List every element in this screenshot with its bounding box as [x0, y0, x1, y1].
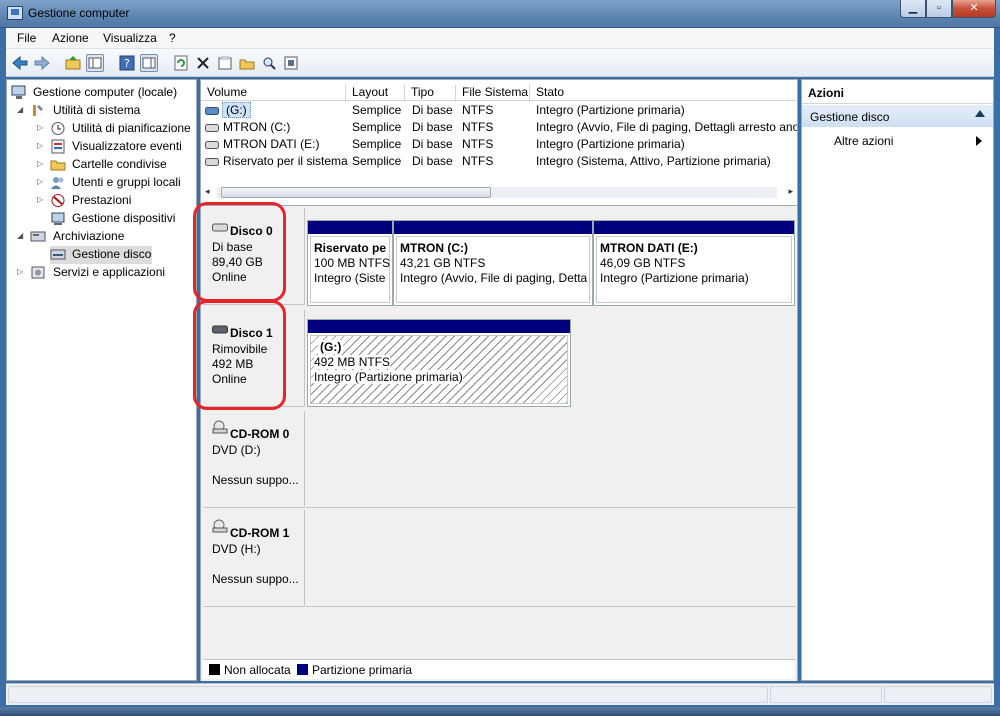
window-title: Gestione computer — [28, 6, 130, 20]
maximize-button[interactable]: ▫ — [926, 0, 952, 18]
actions-pane: Azioni Gestione disco Altre azioni — [801, 79, 994, 681]
menu-bar: File Azione Visualizza ? — [6, 28, 994, 49]
column-stato[interactable]: Stato — [530, 85, 797, 102]
scroll-left-icon[interactable]: ◂ — [205, 186, 210, 197]
forward-arrow-icon[interactable] — [33, 54, 51, 72]
collapsed-arrow-icon[interactable]: ▷ — [37, 141, 43, 150]
expanded-arrow-icon[interactable]: ◢ — [17, 105, 23, 114]
minimize-button[interactable]: ▁ — [900, 0, 926, 18]
hard-drive-icon — [205, 139, 220, 153]
expanded-arrow-icon[interactable]: ◢ — [17, 231, 23, 240]
column-volume[interactable]: Volume — [201, 85, 346, 102]
volume-row[interactable]: Riservato per il sistema Semplice Di bas… — [201, 153, 797, 170]
column-layout[interactable]: Layout — [346, 85, 405, 102]
volume-list-header: Volume Layout Tipo File Sistema Stato — [201, 83, 797, 102]
users-icon — [50, 175, 66, 190]
event-viewer-icon — [50, 139, 66, 154]
cdrom-1-info[interactable]: CD-ROM 1 DVD (H:) Nessun suppo... — [203, 510, 305, 607]
menu-azione[interactable]: Azione — [52, 31, 89, 45]
title-bar: Gestione computer ▁ ▫ ✕ — [0, 0, 1000, 28]
open-folder-icon[interactable] — [238, 54, 256, 72]
taskbar — [0, 707, 1000, 716]
column-file-system[interactable]: File Sistema — [456, 85, 530, 102]
volume-row[interactable]: MTRON DATI (E:) Semplice Di base NTFS In… — [201, 136, 797, 153]
partition-mtron-dati-e[interactable]: MTRON DATI (E:) 46,09 GB NTFS Integro (P… — [593, 220, 795, 306]
search-disk-icon[interactable] — [260, 54, 278, 72]
show-tree-icon[interactable] — [86, 54, 104, 72]
collapsed-arrow-icon[interactable]: ▷ — [37, 159, 43, 168]
partition-mtron-c[interactable]: MTRON (C:) 43,21 GB NTFS Integro (Avvio,… — [393, 220, 593, 306]
volume-row[interactable]: (G:) Semplice Di base NTFS Integro (Part… — [201, 102, 797, 119]
svg-text:?: ? — [124, 57, 130, 70]
tools-icon — [30, 103, 46, 118]
computer-icon — [11, 85, 27, 100]
disk-icon — [212, 221, 228, 235]
partition-g[interactable]: (G:) 492 MB NTFS Integro (Partizione pri… — [307, 319, 571, 407]
column-tipo[interactable]: Tipo — [405, 85, 456, 102]
actions-section-disk-management[interactable]: Gestione disco — [802, 105, 993, 127]
storage-icon — [30, 229, 46, 244]
help-icon[interactable]: ? — [118, 54, 136, 72]
disk-0-info[interactable]: Disco 0 Di base 89,40 GB Online — [203, 208, 305, 305]
disk-management-icon — [50, 247, 66, 262]
back-arrow-icon[interactable] — [11, 54, 29, 72]
services-icon — [30, 265, 46, 280]
refresh-icon[interactable] — [172, 54, 190, 72]
submenu-arrow-icon — [976, 136, 982, 146]
cdrom-icon — [212, 420, 228, 437]
device-manager-icon — [50, 211, 66, 226]
collapsed-arrow-icon[interactable]: ▷ — [17, 267, 23, 276]
menu-help[interactable]: ? — [169, 31, 176, 45]
status-bar — [6, 683, 994, 705]
close-button[interactable]: ✕ — [952, 0, 996, 18]
cdrom-0-info[interactable]: CD-ROM 0 DVD (D:) Nessun suppo... — [203, 411, 305, 508]
scrollbar-thumb[interactable] — [221, 187, 491, 198]
disk-graphic-view: Disco 0 Di base 89,40 GB Online Riservat… — [201, 205, 797, 681]
legend: Non allocata Partizione primaria — [203, 659, 795, 679]
volume-row[interactable]: MTRON (C:) Semplice Di base NTFS Integro… — [201, 119, 797, 136]
properties-icon[interactable] — [216, 54, 234, 72]
performance-icon — [50, 193, 66, 208]
legend-primary: Partizione primaria — [312, 663, 413, 677]
collapse-up-icon[interactable] — [975, 110, 985, 117]
shared-folder-icon — [50, 157, 66, 172]
settings-icon[interactable] — [282, 54, 300, 72]
more-actions-item[interactable]: Altre azioni — [834, 134, 982, 148]
legend-unallocated: Non allocata — [224, 663, 291, 677]
disk-1-info[interactable]: Disco 1 Rimovibile 492 MB Online — [203, 310, 305, 407]
removable-drive-icon — [205, 105, 220, 119]
disk-icon — [212, 323, 228, 337]
partition-reserved[interactable]: Riservato pe 100 MB NTFS Integro (Siste — [307, 220, 393, 306]
unallocated-swatch — [209, 664, 220, 675]
collapsed-arrow-icon[interactable]: ▷ — [37, 123, 43, 132]
collapsed-arrow-icon[interactable]: ▷ — [37, 195, 43, 204]
scroll-right-icon[interactable]: ▸ — [788, 186, 793, 197]
actions-header: Azioni — [802, 80, 993, 104]
toolbar: ? — [6, 49, 994, 77]
delete-icon[interactable] — [194, 54, 212, 72]
tree-item-disk-management[interactable]: Gestione disco — [50, 246, 152, 264]
menu-file[interactable]: File — [17, 31, 36, 45]
up-folder-icon[interactable] — [64, 54, 82, 72]
hard-drive-icon — [205, 156, 220, 170]
computer-management-icon — [7, 6, 23, 20]
disk-management-panel: Volume Layout Tipo File Sistema Stato (G… — [200, 79, 798, 681]
primary-swatch — [297, 664, 308, 675]
horizontal-scrollbar[interactable]: ◂ ▸ — [203, 184, 795, 201]
show-action-pane-icon[interactable] — [140, 54, 158, 72]
hard-drive-icon — [205, 122, 220, 136]
navigation-tree: Gestione computer (locale) ◢ Utilità di … — [6, 79, 197, 681]
cdrom-icon — [212, 519, 228, 536]
menu-visualizza[interactable]: Visualizza — [103, 31, 157, 45]
clock-icon — [50, 121, 66, 136]
collapsed-arrow-icon[interactable]: ▷ — [37, 177, 43, 186]
